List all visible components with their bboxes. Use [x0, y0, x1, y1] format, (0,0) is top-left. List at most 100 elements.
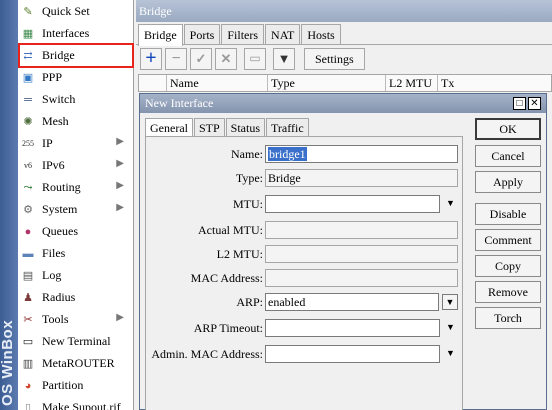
new-interface-dialog: New Interface □ ✕ General STP Status Tra…	[139, 93, 547, 410]
add-button[interactable]: +	[140, 47, 162, 70]
column-header-l2mtu[interactable]: L2 MTU	[386, 75, 438, 91]
disable-item-button[interactable]: ✕	[215, 47, 237, 70]
apply-button[interactable]: Apply	[475, 171, 541, 193]
remove-button[interactable]: Remove	[475, 281, 541, 303]
mtu-row: MTU: ▼	[146, 195, 462, 213]
menu-item-quick-set[interactable]: ✎ Quick Set	[20, 1, 132, 22]
menu-item-log[interactable]: ▤ Log	[20, 265, 132, 286]
bridge-tabs: Bridge Ports Filters NAT Hosts	[136, 22, 552, 46]
quick-set-icon: ✎	[23, 6, 33, 18]
arp-timeout-dropdown-icon[interactable]: ▼	[446, 322, 455, 332]
menu-item-ip[interactable]: 255 IP ▶	[20, 133, 132, 154]
tab-traffic[interactable]: Traffic	[266, 118, 309, 136]
arp-dropdown-button[interactable]: ▼	[442, 294, 458, 310]
main-menu: ✎ Quick Set ▦ Interfaces ⇄ Bridge ▣ PPP ═ Switch ✺…	[18, 0, 134, 410]
submenu-arrow-icon: ▶	[116, 312, 124, 323]
close-button[interactable]: ✕	[528, 97, 541, 110]
tab-stp[interactable]: STP	[193, 118, 225, 136]
tab-status[interactable]: Status	[225, 118, 266, 136]
tab-bridge[interactable]: Bridge	[138, 24, 183, 46]
submenu-arrow-icon: ▶	[116, 158, 124, 169]
menu-item-label: Files	[42, 246, 66, 260]
disable-button[interactable]: Disable	[475, 203, 541, 225]
mac-field	[265, 269, 458, 287]
admin-mac-dropdown-icon[interactable]: ▼	[446, 348, 455, 358]
radius-icon: ♟	[23, 292, 33, 304]
arp-timeout-field[interactable]	[265, 319, 440, 337]
copy-button[interactable]: Copy	[475, 255, 541, 277]
menu-item-partition[interactable]: ◕ Partition	[20, 375, 132, 396]
column-header-name[interactable]: Name	[167, 75, 268, 91]
menu-item-system[interactable]: ⚙ System ▶	[20, 199, 132, 220]
filter-button[interactable]: ▼	[273, 47, 295, 70]
menu-item-routing[interactable]: ⤳ Routing ▶	[20, 177, 132, 198]
menu-item-label: Interfaces	[42, 26, 90, 40]
tab-general[interactable]: General	[145, 118, 193, 137]
enable-button[interactable]: ✓	[190, 47, 212, 70]
menu-item-switch[interactable]: ═ Switch	[20, 89, 132, 110]
terminal-icon: ▭	[22, 336, 34, 348]
l2-mtu-row: L2 MTU:	[146, 245, 462, 263]
menu-item-queues[interactable]: ● Queues	[20, 221, 132, 242]
arp-label: ARP:	[236, 295, 263, 309]
l2-mtu-label: L2 MTU:	[216, 247, 263, 261]
actual-mtu-row: Actual MTU:	[146, 221, 462, 239]
cancel-button[interactable]: Cancel	[475, 145, 541, 167]
comment-button[interactable]: Comment	[475, 229, 541, 251]
column-header-type[interactable]: Type	[268, 75, 386, 91]
menu-item-ppp[interactable]: ▣ PPP	[20, 67, 132, 88]
menu-item-label: System	[42, 202, 78, 216]
tab-filters[interactable]: Filters	[221, 24, 265, 44]
arp-timeout-label: ARP Timeout:	[193, 321, 263, 335]
menu-item-label: Bridge	[42, 48, 75, 62]
menu-item-new-terminal[interactable]: ▭ New Terminal	[20, 331, 132, 352]
queues-icon: ●	[24, 225, 32, 238]
menu-item-label: IP	[42, 136, 53, 150]
admin-mac-field[interactable]	[265, 345, 440, 363]
supout-icon: ▯	[24, 402, 32, 410]
tab-hosts[interactable]: Hosts	[301, 24, 341, 44]
menu-item-label: Radius	[42, 290, 76, 304]
menu-item-radius[interactable]: ♟ Radius	[20, 287, 132, 308]
menu-item-ipv6[interactable]: v6 IPv6 ▶	[20, 155, 132, 176]
type-row: Type: Bridge	[146, 169, 462, 187]
switch-icon: ═	[24, 93, 32, 106]
settings-button[interactable]: Settings	[304, 47, 365, 70]
menu-item-mesh[interactable]: ✺ Mesh	[20, 111, 132, 132]
tab-nat[interactable]: NAT	[265, 24, 301, 44]
tab-ports[interactable]: Ports	[183, 24, 221, 44]
mtu-dropdown-icon[interactable]: ▼	[446, 198, 455, 208]
maximize-button[interactable]: □	[513, 97, 526, 110]
arp-select[interactable]: enabled	[265, 293, 439, 311]
system-icon: ⚙	[23, 204, 33, 216]
bridge-window-title: Bridge	[136, 0, 552, 22]
menu-item-files[interactable]: ▬ Files	[20, 243, 132, 264]
ok-button[interactable]: OK	[475, 118, 541, 140]
remove-item-button[interactable]: −	[165, 47, 187, 70]
tools-icon: ✂	[23, 314, 33, 326]
close-icon: ✕	[530, 97, 539, 109]
menu-item-bridge[interactable]: ⇄ Bridge	[18, 43, 134, 68]
menu-item-interfaces[interactable]: ▦ Interfaces	[20, 23, 132, 44]
name-field[interactable]: bridge1	[265, 145, 458, 163]
column-header-flag[interactable]	[139, 75, 167, 91]
menu-item-label: IPv6	[42, 158, 65, 172]
mtu-field[interactable]	[265, 195, 440, 213]
ip-icon: 255	[22, 139, 34, 148]
menu-item-label: MetaROUTER	[42, 356, 115, 370]
comment-icon: ▭	[249, 51, 261, 65]
column-header-tx[interactable]: Tx	[438, 75, 548, 91]
torch-button[interactable]: Torch	[475, 307, 541, 329]
mac-label: MAC Address:	[190, 271, 263, 285]
routing-icon: ⤳	[23, 182, 33, 194]
menu-item-metarouter[interactable]: ▥ MetaROUTER	[20, 353, 132, 374]
submenu-arrow-icon: ▶	[116, 180, 124, 191]
mtu-label: MTU:	[233, 197, 263, 211]
menu-item-tools[interactable]: ✂ Tools ▶	[20, 309, 132, 330]
comment-item-button[interactable]: ▭	[244, 47, 266, 70]
menu-item-make-supout-rif[interactable]: ▯ Make Supout.rif	[20, 397, 132, 410]
bridge-toolbar: + − ✓ ✕ ▭ ▼ Settings	[136, 44, 552, 72]
mac-row: MAC Address:	[146, 269, 462, 287]
menu-item-label: Tools	[42, 312, 69, 326]
filter-icon: ▼	[277, 50, 291, 66]
